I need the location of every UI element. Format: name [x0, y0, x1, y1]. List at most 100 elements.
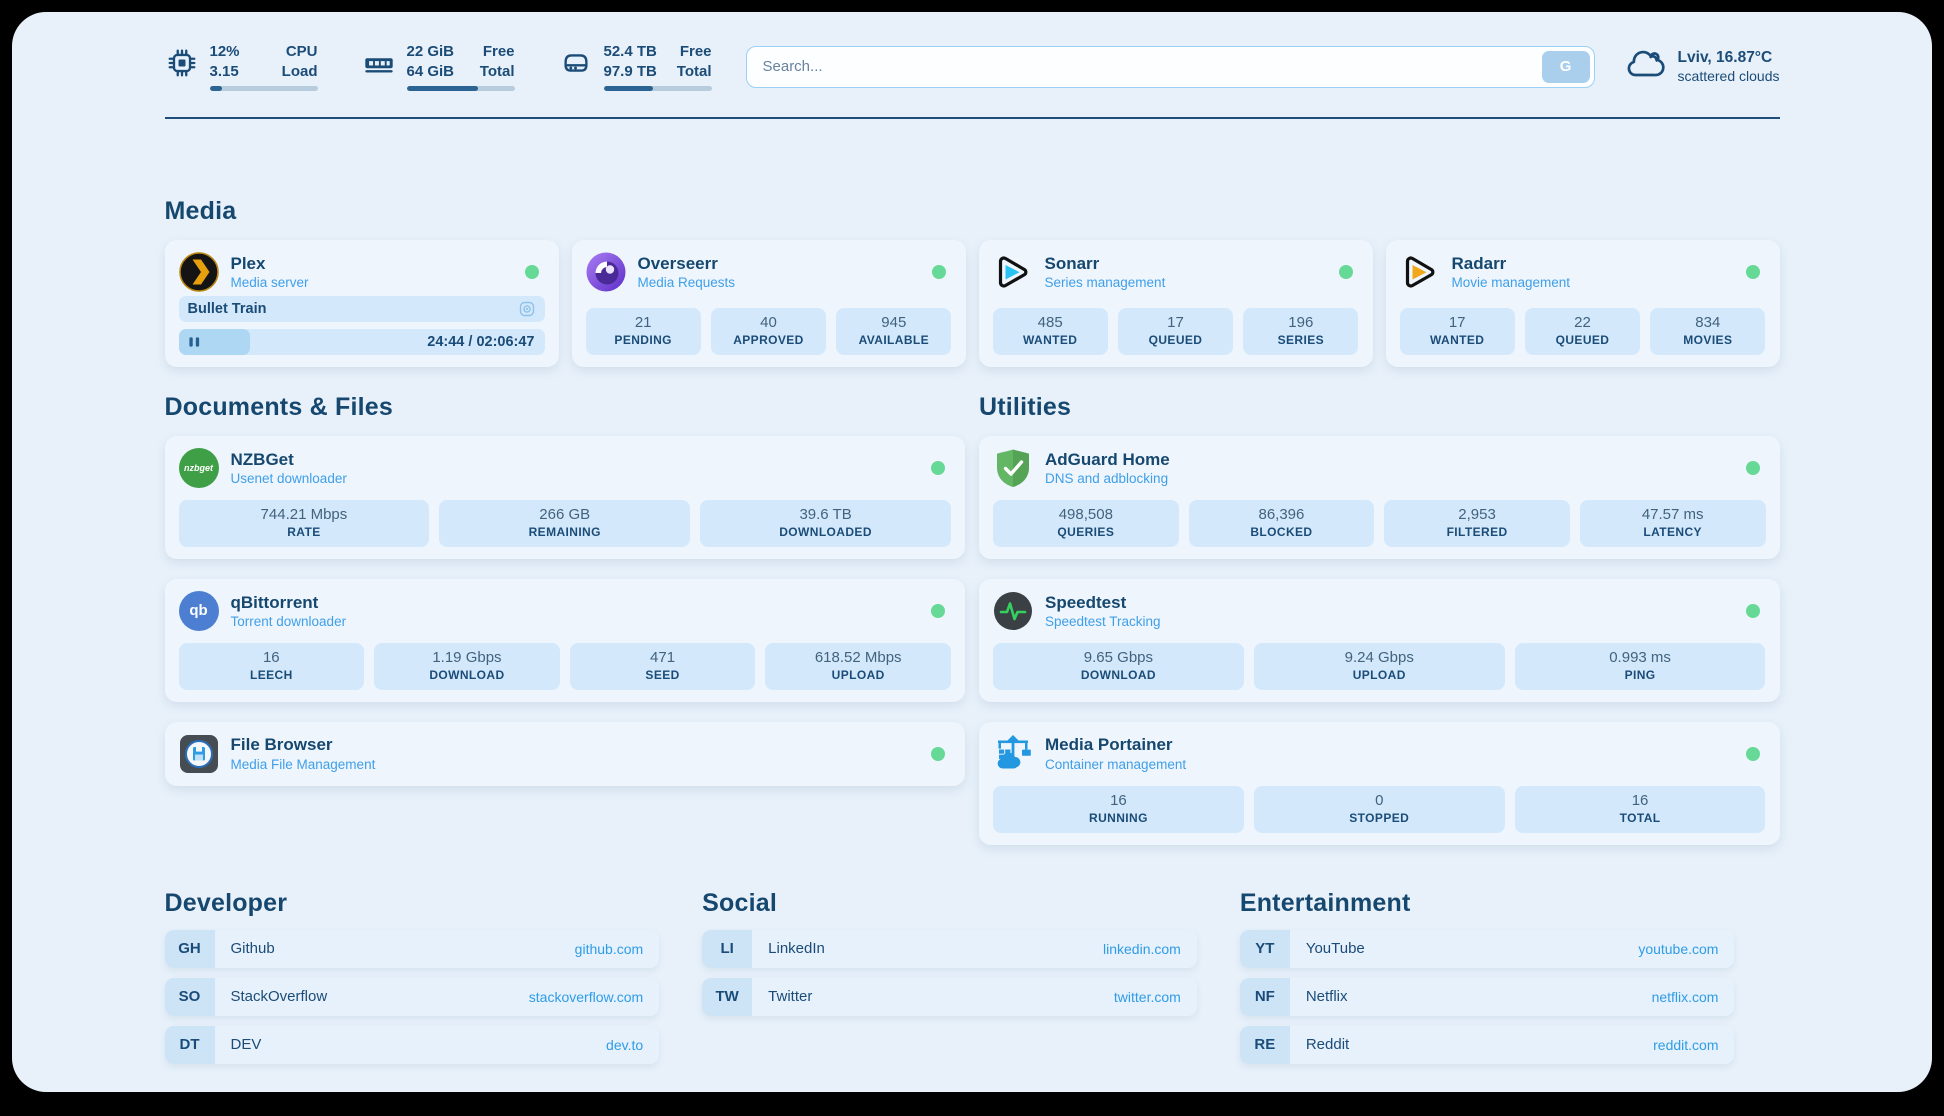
app-name: File Browser: [231, 735, 376, 755]
bookmark-reddit[interactable]: RERedditreddit.com: [1240, 1026, 1735, 1064]
playback-progress-row: 24:44 / 02:06:47: [179, 329, 545, 355]
bookmark-columns: DeveloperGHGithubgithub.comSOStackOverfl…: [165, 889, 1735, 1064]
bookmark-abbr-tile: DT: [165, 1026, 215, 1064]
stat-label: QUEUED: [1529, 333, 1636, 349]
bookmark-name: Twitter: [768, 988, 812, 1005]
app-card-overseerr[interactable]: OverseerrMedia Requests21PENDING40APPROV…: [572, 240, 966, 367]
bookmark-abbr-tile: RE: [1240, 1026, 1290, 1064]
stat-queries: 498,508QUERIES: [993, 500, 1179, 547]
stat-label: SEED: [574, 668, 752, 684]
stat-label: QUERIES: [997, 525, 1175, 541]
disk-progress-bar: [604, 86, 712, 91]
dashboard-frame: 12%3.15CPULoad22 GiB64 GiBFreeTotal52.4 …: [12, 12, 1932, 1092]
qbittorrent-icon: qb: [179, 591, 219, 631]
app-card-file-browser[interactable]: File BrowserMedia File Management: [165, 722, 966, 786]
app-name: Speedtest: [1045, 593, 1161, 613]
utilities-apps-stack: AdGuard HomeDNS and adblocking498,508QUE…: [979, 436, 1780, 845]
stat-rate: 744.21 MbpsRATE: [179, 500, 430, 547]
stat-seed: 471SEED: [570, 643, 756, 690]
status-dot-radarr: [1746, 265, 1760, 279]
bookmark-youtube[interactable]: YTYouTubeyoutube.com: [1240, 930, 1735, 968]
app-subtitle: Media Requests: [638, 275, 736, 290]
bookmark-abbr-tile: TW: [702, 978, 752, 1016]
app-card-plex[interactable]: PlexMedia serverBullet Train24:44 / 02:0…: [165, 240, 559, 367]
disk-icon: [559, 46, 593, 80]
radarr-icon: [1400, 252, 1440, 292]
cloud-icon: [1625, 48, 1665, 85]
stats-row-nzbget: 744.21 MbpsRATE266 GBREMAINING39.6 TBDOW…: [179, 500, 952, 547]
stat-value: 834: [1654, 313, 1761, 333]
ram-stat: 22 GiB64 GiBFreeTotal: [362, 42, 515, 91]
bookmark-stackoverflow[interactable]: SOStackOverflowstackoverflow.com: [165, 978, 660, 1016]
section-utilities: Utilities AdGuard HomeDNS and adblocking…: [979, 393, 1780, 845]
app-name: NZBGet: [231, 450, 347, 470]
stat-value: 47.57 ms: [1584, 505, 1762, 525]
bookmark-github[interactable]: GHGithubgithub.com: [165, 930, 660, 968]
ram-labels: FreeTotal: [480, 42, 515, 81]
stat-remaining: 266 GBREMAINING: [439, 500, 690, 547]
search-engine-button[interactable]: G: [1542, 51, 1590, 83]
search-bar: G: [746, 46, 1595, 88]
bookmark-linkedin[interactable]: LILinkedInlinkedin.com: [702, 930, 1197, 968]
stat-label: TOTAL: [1519, 811, 1762, 827]
app-name: Sonarr: [1045, 254, 1166, 274]
ram-stat-body: 22 GiB64 GiBFreeTotal: [407, 42, 515, 91]
stat-value: 16: [997, 791, 1240, 811]
stats-row-radarr: 17WANTED22QUEUED834MOVIES: [1400, 308, 1766, 355]
stat-label: STOPPED: [1258, 811, 1501, 827]
stat-value: 40: [715, 313, 822, 333]
bookmark-abbr-tile: SO: [165, 978, 215, 1016]
stat-queued: 22QUEUED: [1525, 308, 1640, 355]
stat-value: 17: [1404, 313, 1511, 333]
app-name: Media Portainer: [1045, 735, 1186, 755]
stat-label: AVAILABLE: [840, 333, 947, 349]
app-card-speedtest[interactable]: SpeedtestSpeedtest Tracking9.65 GbpsDOWN…: [979, 579, 1780, 702]
app-name: AdGuard Home: [1045, 450, 1170, 470]
app-card-nzbget[interactable]: nzbgetNZBGetUsenet downloader744.21 Mbps…: [165, 436, 966, 559]
bookmark-url: dev.to: [606, 1037, 643, 1053]
stat-available: 945AVAILABLE: [836, 308, 951, 355]
ram-progress-fill: [407, 86, 478, 91]
stat-value: 39.6 TB: [704, 505, 947, 525]
stat-label: UPLOAD: [1258, 668, 1501, 684]
bookmark-dev[interactable]: DTDEVdev.to: [165, 1026, 660, 1064]
app-name: Plex: [231, 254, 309, 274]
weather-widget: Lviv, 16.87°C scattered clouds: [1625, 48, 1780, 85]
filebrowser-icon: [179, 734, 219, 774]
status-dot-plex: [525, 265, 539, 279]
bookmark-url: github.com: [575, 941, 643, 957]
app-subtitle: Container management: [1045, 757, 1186, 772]
disk-values: 52.4 TB97.9 TB: [604, 42, 657, 81]
weather-location-temp: Lviv, 16.87°C: [1678, 49, 1780, 67]
search-input[interactable]: [746, 46, 1595, 88]
bookmark-name: StackOverflow: [231, 988, 328, 1005]
app-card-adguard-home[interactable]: AdGuard HomeDNS and adblocking498,508QUE…: [979, 436, 1780, 559]
app-card-media-portainer[interactable]: Media PortainerContainer management16RUN…: [979, 722, 1780, 845]
stat-stopped: 0STOPPED: [1254, 786, 1505, 833]
stat-leech: 16LEECH: [179, 643, 365, 690]
stat-total: 16TOTAL: [1515, 786, 1766, 833]
bookmark-twitter[interactable]: TW Twitter twitter.com: [702, 978, 1197, 1016]
section-documents: Documents & Files nzbgetNZBGetUsenet dow…: [165, 393, 966, 786]
status-dot-file-browser: [931, 747, 945, 761]
stat-value: 17: [1122, 313, 1229, 333]
bookmark-netflix[interactable]: NFNetflixnetflix.com: [1240, 978, 1735, 1016]
stat-movies: 834MOVIES: [1650, 308, 1765, 355]
stat-label: MOVIES: [1654, 333, 1761, 349]
app-subtitle: Speedtest Tracking: [1045, 614, 1161, 629]
stats-row-overseerr: 21PENDING40APPROVED945AVAILABLE: [586, 308, 952, 355]
weather-condition: scattered clouds: [1678, 68, 1780, 84]
app-card-qbittorrent[interactable]: qbqBittorrentTorrent downloader16LEECH1.…: [165, 579, 966, 702]
camera-icon[interactable]: [518, 300, 536, 318]
section-title-media: Media: [165, 197, 1780, 226]
stat-value: 471: [574, 648, 752, 668]
stat-value: 196: [1247, 313, 1354, 333]
bookmark-url: twitter.com: [1114, 989, 1181, 1005]
now-playing-block: Bullet Train24:44 / 02:06:47: [179, 296, 545, 355]
stat-value: 9.65 Gbps: [997, 648, 1240, 668]
app-card-radarr[interactable]: RadarrMovie management17WANTED22QUEUED83…: [1386, 240, 1780, 367]
plex-icon: [179, 252, 219, 292]
bookmark-abbr-tile: LI: [702, 930, 752, 968]
media-apps-grid: PlexMedia serverBullet Train24:44 / 02:0…: [165, 240, 1780, 367]
app-card-sonarr[interactable]: SonarrSeries management485WANTED17QUEUED…: [979, 240, 1373, 367]
